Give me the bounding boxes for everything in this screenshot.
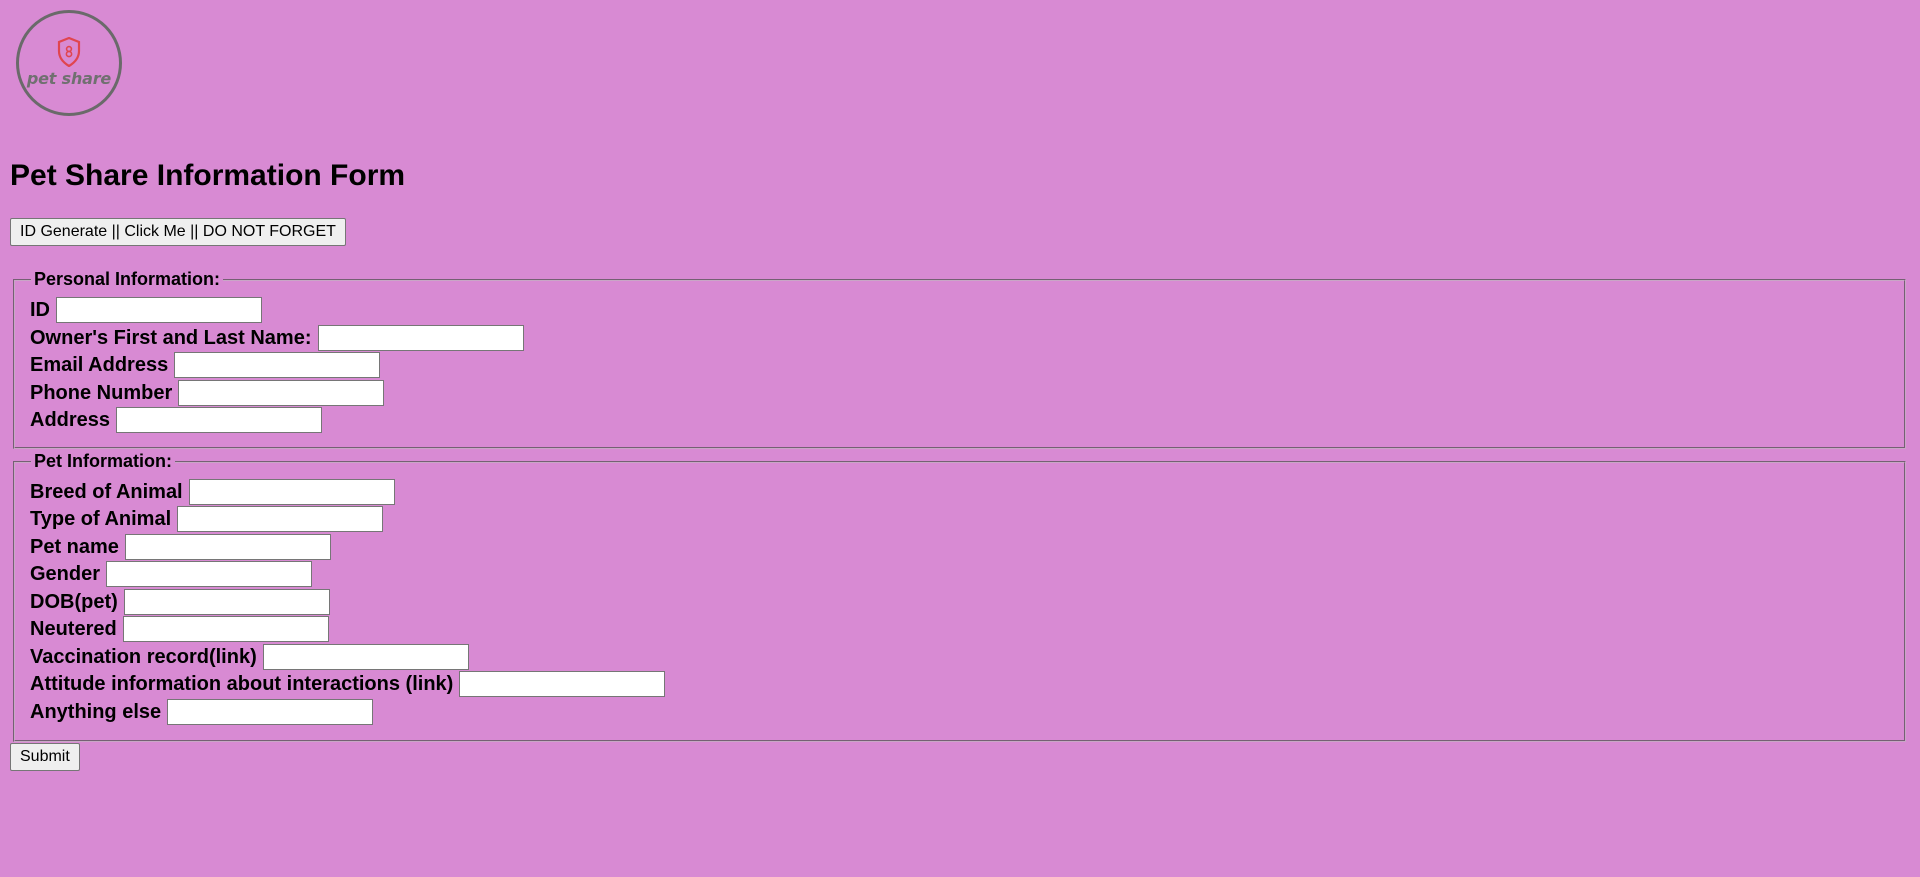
- owner-name-row: Owner's First and Last Name:: [30, 324, 524, 352]
- id-field[interactable]: [56, 297, 262, 323]
- vaccination-field[interactable]: [262, 644, 469, 670]
- dob-row: DOB(pet): [30, 588, 330, 616]
- neutered-row: Neutered: [30, 615, 329, 643]
- personal-information-legend: Personal Information:: [31, 268, 224, 290]
- anything-else-row: Anything else: [30, 698, 374, 726]
- neutered-label: Neutered: [30, 618, 117, 640]
- vaccination-row: Vaccination record(link): [30, 643, 469, 671]
- id-generate-button[interactable]: ID Generate || Click Me || DO NOT FORGET: [10, 218, 346, 246]
- gender-label: Gender: [30, 563, 101, 585]
- pet-information-fieldset: Pet Information: Breed of Animal Type of…: [13, 450, 1906, 742]
- attitude-label: Attitude information about interactions …: [30, 673, 454, 695]
- dob-label: DOB(pet): [30, 591, 118, 613]
- logo-text: pet share: [26, 69, 112, 88]
- id-row: ID: [30, 296, 262, 324]
- breed-row: Breed of Animal: [30, 478, 395, 506]
- phone-row: Phone Number: [30, 379, 385, 407]
- type-row: Type of Animal: [30, 505, 384, 533]
- email-row: Email Address: [30, 351, 381, 379]
- submit-button[interactable]: Submit: [10, 743, 80, 771]
- attitude-row: Attitude information about interactions …: [30, 670, 666, 698]
- owner-name-label: Owner's First and Last Name:: [30, 327, 312, 349]
- vaccination-label: Vaccination record(link): [30, 646, 257, 668]
- breed-field[interactable]: [188, 479, 395, 505]
- email-field[interactable]: [174, 352, 381, 378]
- breed-label: Breed of Animal: [30, 481, 183, 503]
- pet-name-label: Pet name: [30, 536, 119, 558]
- attitude-field[interactable]: [459, 671, 666, 697]
- gender-row: Gender: [30, 560, 313, 588]
- type-field[interactable]: [177, 506, 384, 532]
- personal-information-fieldset: Personal Information: ID Owner's First a…: [13, 268, 1906, 449]
- gender-field[interactable]: [106, 561, 313, 587]
- pet-name-field[interactable]: [124, 534, 331, 560]
- address-field[interactable]: [116, 407, 323, 433]
- owner-name-field[interactable]: [317, 325, 524, 351]
- email-label: Email Address: [30, 354, 169, 376]
- pet-share-logo: pet share: [16, 10, 122, 116]
- neutered-field[interactable]: [122, 616, 329, 642]
- type-label: Type of Animal: [30, 508, 172, 530]
- pet-name-row: Pet name: [30, 533, 331, 561]
- phone-label: Phone Number: [30, 382, 173, 404]
- shield-icon: [57, 37, 81, 67]
- pet-information-legend: Pet Information:: [31, 450, 175, 472]
- id-label: ID: [30, 299, 50, 321]
- page-title: Pet Share Information Form: [10, 159, 406, 192]
- anything-else-field[interactable]: [167, 699, 374, 725]
- phone-field[interactable]: [178, 380, 385, 406]
- address-row: Address: [30, 406, 323, 434]
- dob-field[interactable]: [123, 589, 330, 615]
- address-label: Address: [30, 409, 111, 431]
- anything-else-label: Anything else: [30, 701, 162, 723]
